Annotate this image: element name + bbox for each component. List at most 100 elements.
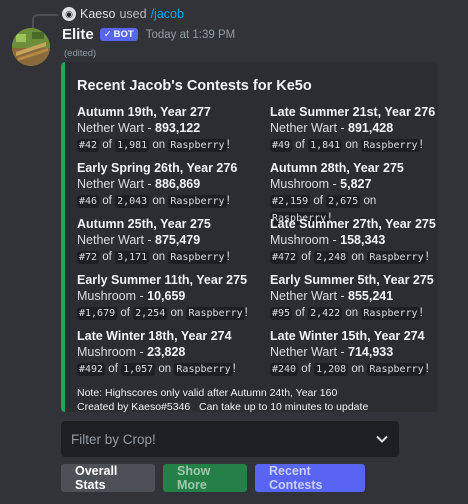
contest-of: of — [102, 251, 112, 263]
contest-rank: #72 — [77, 251, 100, 264]
contest-crop-line: Mushroom - 5,827 — [270, 176, 440, 193]
contest-rank-line: #49 of 1,841 on Raspberry! — [270, 137, 440, 154]
contest-exclaim: ! — [226, 195, 230, 207]
contest-separator: - — [336, 121, 349, 135]
recent-contests-button[interactable]: Recent Contests — [255, 464, 365, 492]
contest-title: Early Summer 5th, Year 275 — [270, 273, 434, 287]
contest-profile: Raspberry — [361, 307, 420, 320]
contest-separator: - — [136, 289, 148, 303]
contest-on: on — [170, 307, 184, 319]
contest-of: of — [120, 307, 130, 319]
contest-rank: #2,159 — [270, 195, 311, 208]
username[interactable]: Elite — [62, 26, 94, 43]
contest-rank-line: #1,679 of 2,254 on Raspberry! — [77, 305, 270, 322]
contest-total: 2,675 — [326, 195, 361, 208]
contest-crop-line: Nether Wart - 891,428 — [270, 120, 440, 137]
contest-of: of — [102, 195, 112, 207]
contest-exclaim: ! — [226, 251, 230, 263]
contest-entry: Early Summer 5th, Year 275 Nether Wart - … — [270, 272, 440, 322]
contest-profile: Raspberry — [168, 139, 227, 152]
contest-profile: Raspberry — [367, 363, 426, 376]
contest-total: 1,981 — [115, 139, 150, 152]
bot-avatar[interactable] — [12, 28, 50, 66]
contest-crop-line: Nether Wart - 893,122 — [77, 120, 270, 137]
contest-amount: 714,933 — [348, 345, 394, 359]
contest-on: on — [351, 363, 365, 375]
contest-profile: Raspberry — [361, 139, 420, 152]
contest-title: Late Summer 27th, Year 275 — [270, 217, 436, 231]
contest-entry: Late Summer 21st, Year 276 Nether Wart - … — [270, 104, 440, 154]
interaction-user[interactable]: Kaeso — [80, 7, 115, 21]
contest-separator: - — [336, 289, 349, 303]
contest-title: Autumn 28th, Year 275 — [270, 161, 404, 175]
embed-note: Note: Highscores only valid after Autumn… — [77, 387, 338, 399]
contest-entry: Late Winter 18th, Year 274 Mushroom - 23,… — [77, 328, 270, 378]
contest-amount: 891,428 — [348, 121, 394, 135]
contest-crop: Mushroom — [77, 289, 137, 303]
contest-grid: Autumn 19th, Year 277 Nether Wart - 893,1… — [77, 104, 436, 378]
contest-total: 2,254 — [133, 307, 168, 320]
contest-rank-line: #95 of 2,422 on Raspberry! — [270, 305, 440, 322]
contest-total: 3,171 — [115, 251, 150, 264]
contest-on: on — [351, 251, 365, 263]
contest-title: Late Winter 18th, Year 274 — [77, 329, 232, 343]
contest-title: Early Summer 11th, Year 275 — [77, 273, 248, 287]
contest-crop-line: Mushroom - 23,828 — [77, 344, 270, 361]
contest-exclaim: ! — [425, 363, 429, 375]
contest-on: on — [152, 139, 166, 151]
contest-amount: 10,659 — [147, 289, 186, 303]
contest-entry: Autumn 28th, Year 275 Mushroom - 5,827 #2,… — [270, 160, 440, 225]
contest-crop-line: Nether Wart - 886,869 — [77, 176, 270, 193]
contest-on: on — [345, 139, 359, 151]
contest-profile: Raspberry — [174, 363, 233, 376]
contest-of: of — [295, 307, 305, 319]
contest-rank: #95 — [270, 307, 293, 320]
contest-exclaim: ! — [226, 139, 230, 151]
contest-entry: Late Winter 15th, Year 274 Nether Wart - … — [270, 328, 440, 378]
farm-avatar-icon — [12, 28, 50, 66]
embed-created-by: Created by Kaeso#5346 Can take up to 10 … — [77, 401, 369, 413]
contest-amount: 893,122 — [155, 121, 201, 135]
contest-rank: #240 — [270, 363, 299, 376]
show-more-button[interactable]: Show More — [163, 464, 247, 492]
contest-total: 2,043 — [115, 195, 150, 208]
contest-crop: Mushroom — [270, 177, 330, 191]
contest-amount: 23,828 — [147, 345, 186, 359]
contest-on: on — [158, 363, 172, 375]
embed-footer: Note: Highscores only valid after Autumn… — [77, 386, 426, 414]
contest-on: on — [152, 251, 166, 263]
contest-rank-line: #46 of 2,043 on Raspberry! — [77, 193, 270, 210]
contest-separator: - — [143, 233, 156, 247]
contest-rank: #472 — [270, 251, 299, 264]
contest-total: 2,248 — [314, 251, 349, 264]
contest-rank: #42 — [77, 139, 100, 152]
contest-profile: Raspberry — [168, 195, 227, 208]
message-header: Elite ✓ BOT Today at 1:39 PM — [62, 26, 235, 43]
contest-entry: Autumn 19th, Year 277 Nether Wart - 893,1… — [77, 104, 270, 154]
contest-crop-line: Mushroom - 158,343 — [270, 232, 440, 249]
contest-on: on — [152, 195, 166, 207]
crop-filter-select[interactable]: Filter by Crop! — [61, 421, 399, 457]
contest-exclaim: ! — [419, 139, 423, 151]
contest-crop: Mushroom — [270, 233, 330, 247]
contest-title: Autumn 19th, Year 277 — [77, 105, 211, 119]
interaction-command[interactable]: /jacob — [151, 7, 184, 21]
interaction-used-text: used — [119, 7, 147, 21]
contest-total: 2,422 — [308, 307, 343, 320]
contest-exclaim: ! — [244, 307, 248, 319]
contest-profile: Raspberry — [367, 251, 426, 264]
button-row: Overall Stats Show More Recent Contests — [61, 464, 365, 492]
contest-rank-line: #492 of 1,057 on Raspberry! — [77, 361, 270, 378]
contest-rank-line: #72 of 3,171 on Raspberry! — [77, 249, 270, 266]
overall-stats-button[interactable]: Overall Stats — [61, 464, 155, 492]
select-placeholder: Filter by Crop! — [71, 431, 156, 447]
contest-amount: 5,827 — [340, 177, 372, 191]
contest-separator: - — [329, 233, 341, 247]
contest-rank: #46 — [77, 195, 100, 208]
contest-separator: - — [336, 345, 349, 359]
interaction-row: ◉ Kaeso used /jacob — [62, 6, 184, 22]
user-mini-avatar[interactable]: ◉ — [62, 7, 76, 21]
contest-profile: Raspberry — [168, 251, 227, 264]
contest-title: Early Spring 26th, Year 276 — [77, 161, 238, 175]
contest-title: Late Winter 15th, Year 274 — [270, 329, 425, 343]
